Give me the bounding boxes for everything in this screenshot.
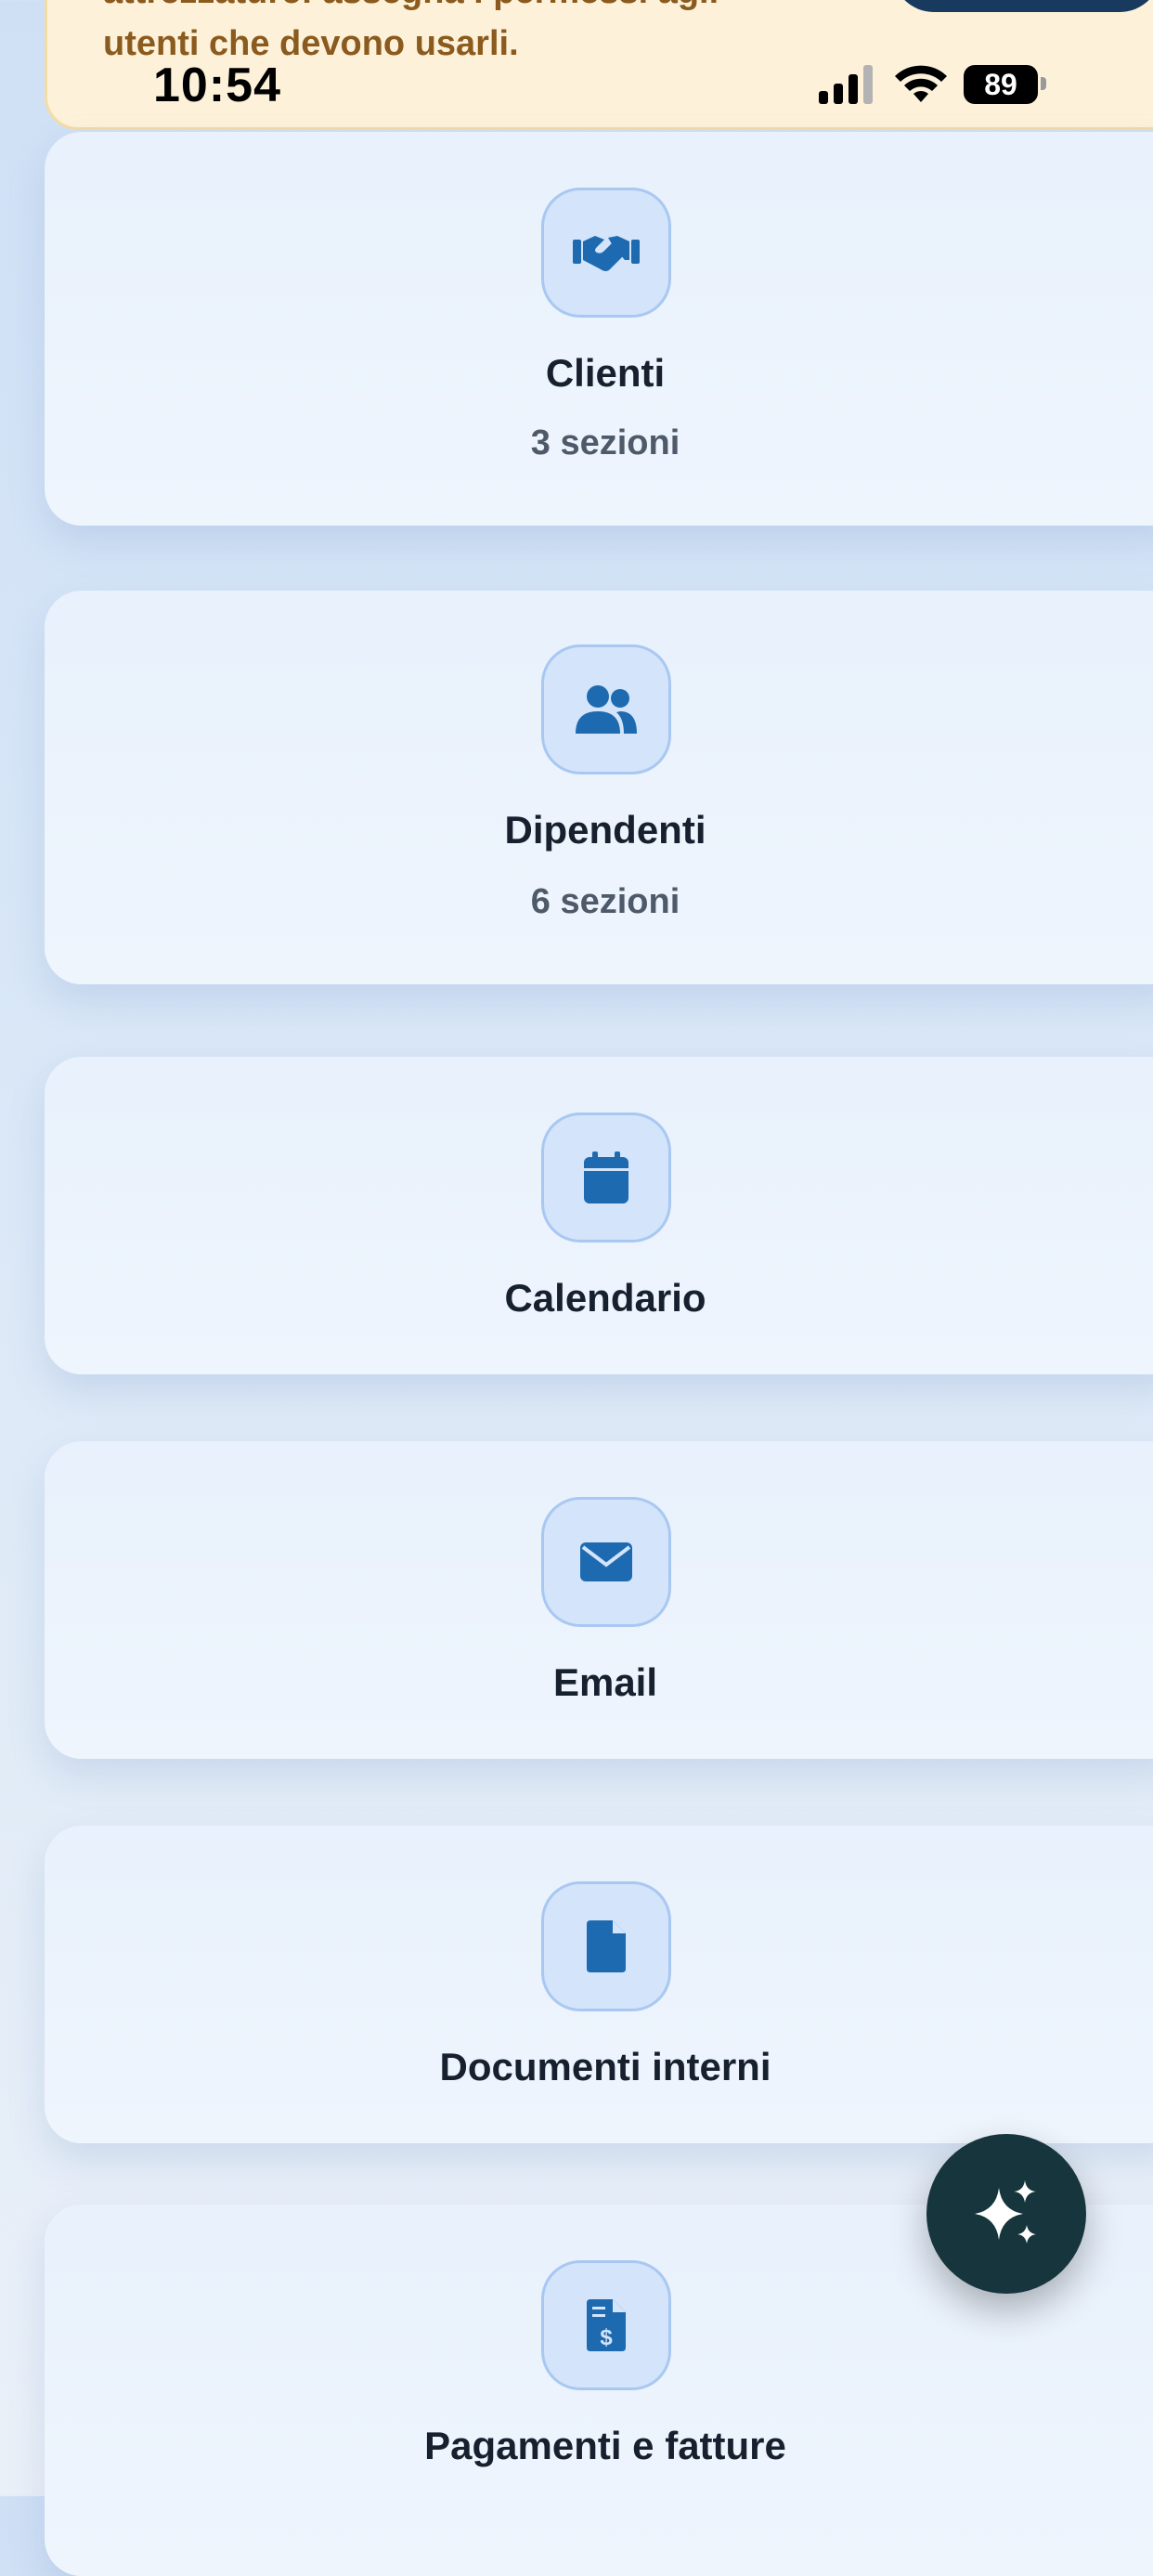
card-documenti-interni[interactable]: Documenti interni: [45, 1826, 1153, 2143]
card-calendario-icon-badge: [541, 1112, 671, 1242]
envelope-icon: [580, 1542, 632, 1581]
invoice-icon: $: [587, 2299, 626, 2351]
card-email[interactable]: Email: [45, 1441, 1153, 1759]
card-clienti-icon-badge: [541, 188, 671, 318]
card-dipendenti-icon-badge: [541, 644, 671, 774]
card-calendario[interactable]: Calendario: [45, 1057, 1153, 1374]
cellular-signal-icon: [819, 65, 873, 104]
ai-assistant-fab[interactable]: [926, 2134, 1086, 2294]
banner-text-line-1: attrezzature: assegna i permessi agli: [103, 0, 874, 18]
card-email-title: Email: [552, 1660, 658, 1704]
card-documenti-interni-title: Documenti interni: [439, 2045, 771, 2088]
users-icon: [576, 685, 637, 734]
card-pagamenti-icon-badge: $: [541, 2260, 671, 2390]
status-icons: 89: [817, 63, 1049, 110]
sparkles-icon: [975, 2180, 1036, 2244]
card-documenti-icon-badge: [541, 1881, 671, 2011]
svg-text:$: $: [600, 2325, 613, 2350]
calendar-icon: [584, 1151, 628, 1203]
card-dipendenti[interactable]: Dipendenti 6 sezioni: [45, 591, 1153, 984]
card-email-icon-badge: [541, 1497, 671, 1627]
card-clienti[interactable]: Clienti 3 sezioni: [45, 132, 1153, 526]
battery-tip: [1041, 77, 1046, 90]
battery-indicator: 89: [964, 65, 1038, 104]
handshake-icon: [573, 236, 640, 271]
card-calendario-title: Calendario: [504, 1276, 706, 1320]
wifi-icon: [895, 65, 947, 102]
banner-action-button[interactable]: [892, 0, 1153, 12]
card-dipendenti-subtitle: 6 sezioni: [530, 882, 680, 921]
status-bar: 10:54 89: [0, 46, 1153, 121]
status-time: 10:54: [153, 59, 281, 112]
card-clienti-subtitle: 3 sezioni: [530, 423, 680, 462]
card-pagamenti-e-fatture-title: Pagamenti e fatture: [424, 2424, 786, 2467]
document-icon: [587, 1920, 626, 1972]
card-clienti-title: Clienti: [545, 351, 666, 395]
card-dipendenti-title: Dipendenti: [504, 808, 706, 852]
